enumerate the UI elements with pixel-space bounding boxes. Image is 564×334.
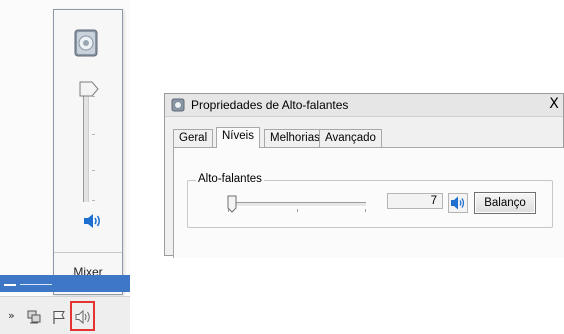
level-slider-tick xyxy=(297,209,298,212)
speakers-level-group: Alto-falantes 7 Balanço xyxy=(187,173,553,228)
volume-slider-track[interactable] xyxy=(83,92,89,202)
speaker-app-icon xyxy=(171,98,185,112)
tab-geral[interactable]: Geral xyxy=(173,129,214,147)
volume-flyout: Mixer xyxy=(53,9,123,295)
speaker-volume-icon[interactable] xyxy=(74,309,92,325)
volume-slider-tick xyxy=(92,170,95,171)
network-icon[interactable] xyxy=(26,309,42,325)
show-hidden-icons-icon[interactable]: » xyxy=(8,309,15,322)
dialog-titlebar[interactable]: Propriedades de Alto-falantes X xyxy=(165,94,563,117)
speaker-properties-dialog: Propriedades de Alto-falantes X Geral Ní… xyxy=(164,93,564,258)
level-slider-tick xyxy=(365,209,366,212)
flyout-separator xyxy=(54,252,122,253)
level-slider-thumb[interactable] xyxy=(227,195,237,213)
volume-slider-tick xyxy=(92,134,95,135)
tab-niveis[interactable]: Níveis xyxy=(216,127,260,148)
speaker-device-icon[interactable] xyxy=(72,28,102,58)
dialog-title: Propriedades de Alto-falantes xyxy=(191,98,349,112)
tab-melhorias[interactable]: Melhorias xyxy=(264,129,326,147)
level-slider-track[interactable] xyxy=(228,202,366,207)
close-button[interactable]: X xyxy=(547,97,561,111)
level-value-field[interactable]: 7 xyxy=(387,193,443,209)
tab-avancado[interactable]: Avançado xyxy=(319,129,382,147)
speaker-icon xyxy=(451,196,465,210)
volume-slider-tick xyxy=(92,200,95,201)
action-center-flag-icon[interactable] xyxy=(51,309,67,325)
balance-button[interactable]: Balanço xyxy=(474,192,536,214)
taskbar-strip-line xyxy=(20,284,52,285)
taskbar-strip-dash xyxy=(4,284,16,286)
speaker-mute-icon[interactable] xyxy=(81,212,103,230)
volume-slider-thumb[interactable] xyxy=(78,80,100,98)
mute-button[interactable] xyxy=(448,193,468,213)
niveis-panel: Alto-falantes 7 Balanço xyxy=(173,147,564,258)
group-label: Alto-falantes xyxy=(196,173,264,185)
